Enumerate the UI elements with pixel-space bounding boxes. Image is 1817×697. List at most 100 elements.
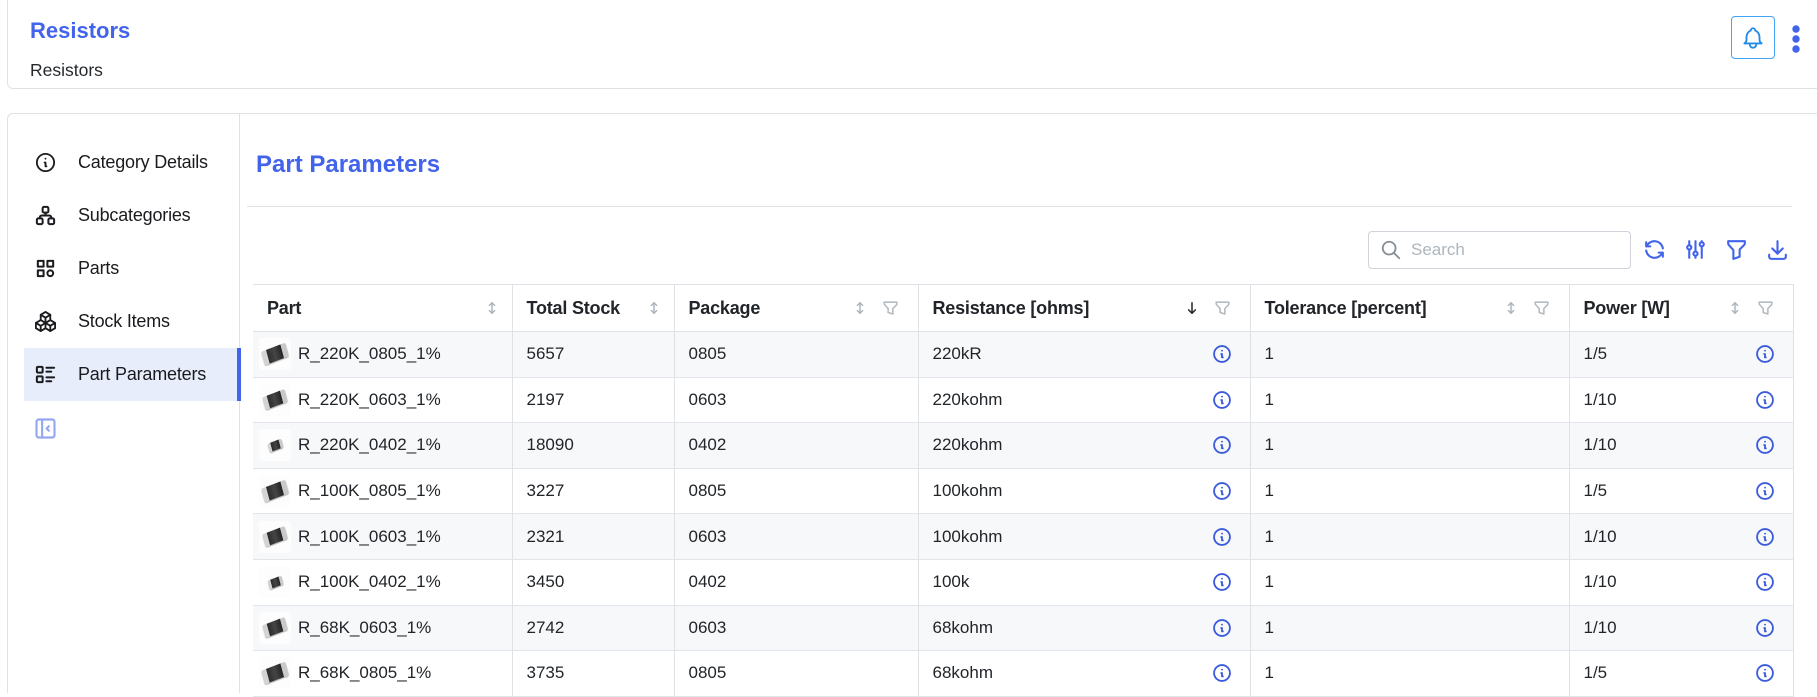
info-icon[interactable] [1755,572,1775,592]
total-stock-cell: 3735 [512,651,674,697]
sidebar-collapse-icon[interactable] [32,415,59,442]
info-icon[interactable] [1212,435,1232,455]
sort-icon[interactable] [1726,299,1744,317]
sort-icon[interactable] [851,299,869,317]
part-name[interactable]: R_220K_0805_1% [298,344,441,364]
info-icon[interactable] [1212,527,1232,547]
total-stock-cell: 18090 [512,423,674,469]
column-filter-icon[interactable] [1532,299,1551,318]
package-cell: 0603 [674,514,918,560]
table-row[interactable]: R_100K_0402_1%34500402100k11/10 [253,559,1793,605]
info-icon[interactable] [1755,390,1775,410]
info-icon[interactable] [1755,435,1775,455]
resistance-value: 220kohm [933,390,1212,410]
table-row[interactable]: R_68K_0603_1%2742060368kohm11/10 [253,605,1793,651]
column-header-total-stock[interactable]: Total Stock [512,285,674,332]
resistance-cell: 100k [918,559,1250,605]
info-icon[interactable] [1212,344,1232,364]
tolerance-cell: 1 [1250,605,1569,651]
refresh-icon[interactable] [1642,237,1667,262]
info-icon[interactable] [1212,572,1232,592]
resistor-chip-image [262,526,288,547]
part-name[interactable]: R_100K_0402_1% [298,572,441,592]
info-icon[interactable] [1755,481,1775,501]
sidebar-item-part-parameters[interactable]: Part Parameters [24,348,240,401]
column-header-package[interactable]: Package [674,285,918,332]
column-filter-icon[interactable] [1756,299,1775,318]
part-name[interactable]: R_68K_0603_1% [298,618,431,638]
category-detail-panel: Category DetailsSubcategoriesPartsStock … [7,113,1817,693]
info-circle-icon [34,151,57,174]
part-cell: R_68K_0805_1% [253,651,512,697]
info-icon[interactable] [1755,663,1775,683]
download-icon[interactable] [1765,237,1790,262]
resistor-chip-image [262,617,288,638]
part-name[interactable]: R_100K_0805_1% [298,481,441,501]
resistance-value: 100k [933,572,1212,592]
resistance-cell: 220kR [918,332,1250,378]
packages-icon [34,310,57,333]
info-icon[interactable] [1212,390,1232,410]
power-cell: 1/10 [1569,377,1793,423]
info-icon[interactable] [1212,618,1232,638]
notifications-button[interactable] [1731,16,1775,59]
column-header-resistance-ohms-[interactable]: Resistance [ohms] [918,285,1250,332]
resistor-chip-image [261,662,289,685]
package-cell: 0402 [674,423,918,469]
table-row[interactable]: R_220K_0603_1%21970603220kohm11/10 [253,377,1793,423]
resistor-chip-image [262,389,288,410]
resistor-chip-image [261,480,289,503]
tolerance-cell: 1 [1250,559,1569,605]
info-icon[interactable] [1755,618,1775,638]
column-header-part[interactable]: Part [253,285,512,332]
panel-title: Part Parameters [256,151,440,179]
sidebar-item-parts[interactable]: Parts [24,242,240,295]
column-header-power-w-[interactable]: Power [W] [1569,285,1793,332]
table-row[interactable]: R_68K_0805_1%3735080568kohm11/5 [253,651,1793,697]
sort-desc-icon[interactable] [1183,299,1201,317]
sort-icon[interactable] [1502,299,1520,317]
search-box[interactable] [1368,231,1631,269]
sidebar-item-category-details[interactable]: Category Details [24,136,240,189]
column-label: Resistance [ohms] [933,298,1183,319]
sort-icon[interactable] [645,299,663,317]
column-label: Part [267,298,483,319]
column-filter-icon[interactable] [881,299,900,318]
table-row[interactable]: R_220K_0805_1%56570805220kR11/5 [253,332,1793,378]
resistance-value: 220kohm [933,435,1212,455]
resistance-cell: 100kohm [918,514,1250,560]
sort-icon[interactable] [483,299,501,317]
resistance-cell: 220kohm [918,377,1250,423]
part-name[interactable]: R_100K_0603_1% [298,527,441,547]
tolerance-cell: 1 [1250,332,1569,378]
info-icon[interactable] [1212,481,1232,501]
sidebar-item-stock-items[interactable]: Stock Items [24,295,240,348]
adjustments-icon[interactable] [1683,237,1708,262]
bell-icon [1740,25,1766,51]
part-name[interactable]: R_68K_0805_1% [298,663,431,683]
part-cell: R_100K_0603_1% [253,514,512,560]
sidebar-item-subcategories[interactable]: Subcategories [24,189,240,242]
breadcrumb[interactable]: Resistors [30,60,103,81]
sidebar-item-label: Part Parameters [78,364,206,385]
search-icon [1380,239,1402,261]
resistance-cell: 68kohm [918,651,1250,697]
resistor-chip-image [267,438,283,452]
part-name[interactable]: R_220K_0402_1% [298,435,441,455]
info-icon[interactable] [1755,527,1775,547]
info-icon[interactable] [1755,344,1775,364]
search-input[interactable] [1411,240,1611,260]
table-row[interactable]: R_100K_0603_1%23210603100kohm11/10 [253,514,1793,560]
column-header-tolerance-percent-[interactable]: Tolerance [percent] [1250,285,1569,332]
total-stock-cell: 3450 [512,559,674,605]
filter-icon[interactable] [1724,237,1749,262]
info-icon[interactable] [1212,663,1232,683]
resistance-cell: 68kohm [918,605,1250,651]
table-row[interactable]: R_220K_0402_1%180900402220kohm11/10 [253,423,1793,469]
column-filter-icon[interactable] [1213,299,1232,318]
tolerance-cell: 1 [1250,423,1569,469]
menu-dots-icon[interactable] [1789,19,1803,59]
part-name[interactable]: R_220K_0603_1% [298,390,441,410]
table-row[interactable]: R_100K_0805_1%32270805100kohm11/5 [253,468,1793,514]
part-thumbnail [259,429,291,461]
